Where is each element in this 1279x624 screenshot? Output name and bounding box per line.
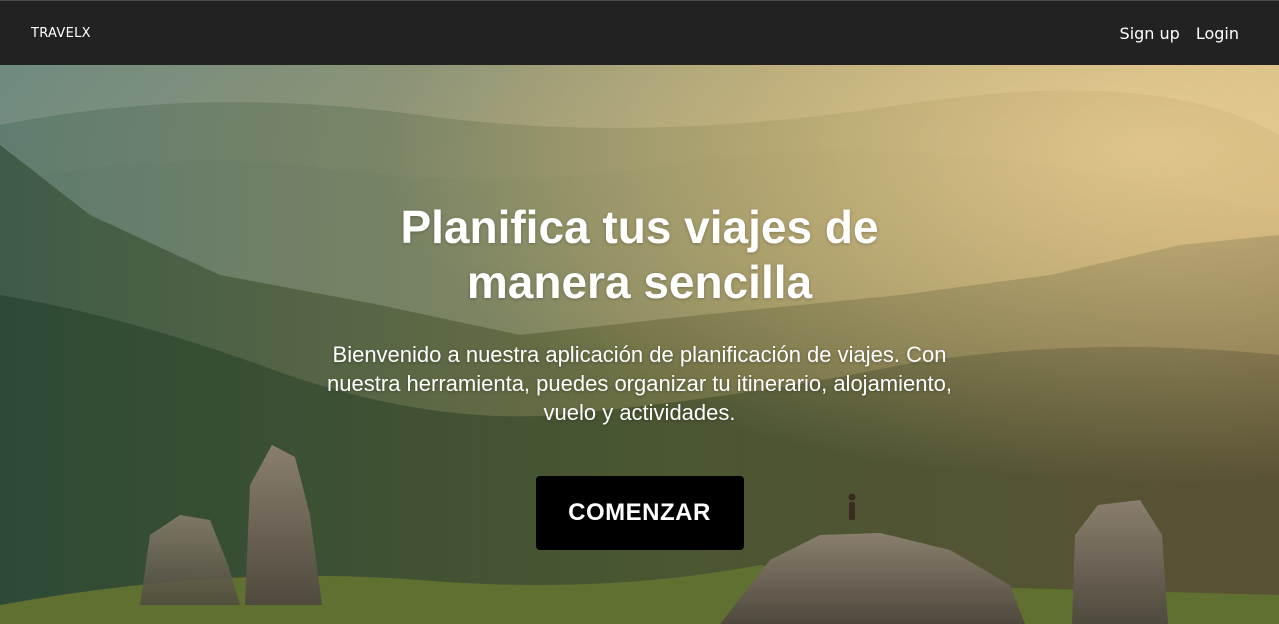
signup-link[interactable]: Sign up	[1120, 24, 1180, 43]
hero-content: Planifica tus viajes de manera sencilla …	[0, 200, 1279, 550]
nav-links: Sign up Login	[1120, 24, 1239, 43]
start-button[interactable]: COMENZAR	[535, 476, 744, 550]
hero-title: Planifica tus viajes de manera sencilla	[400, 201, 879, 308]
hero-description: Bienvenido a nuestra aplicación de plani…	[327, 342, 952, 425]
hero-section: Planifica tus viajes de manera sencilla …	[0, 65, 1279, 624]
brand-logo[interactable]: TRAVELX	[31, 26, 91, 41]
login-link[interactable]: Login	[1196, 24, 1239, 43]
top-navbar: TRAVELX Sign up Login	[0, 0, 1279, 65]
